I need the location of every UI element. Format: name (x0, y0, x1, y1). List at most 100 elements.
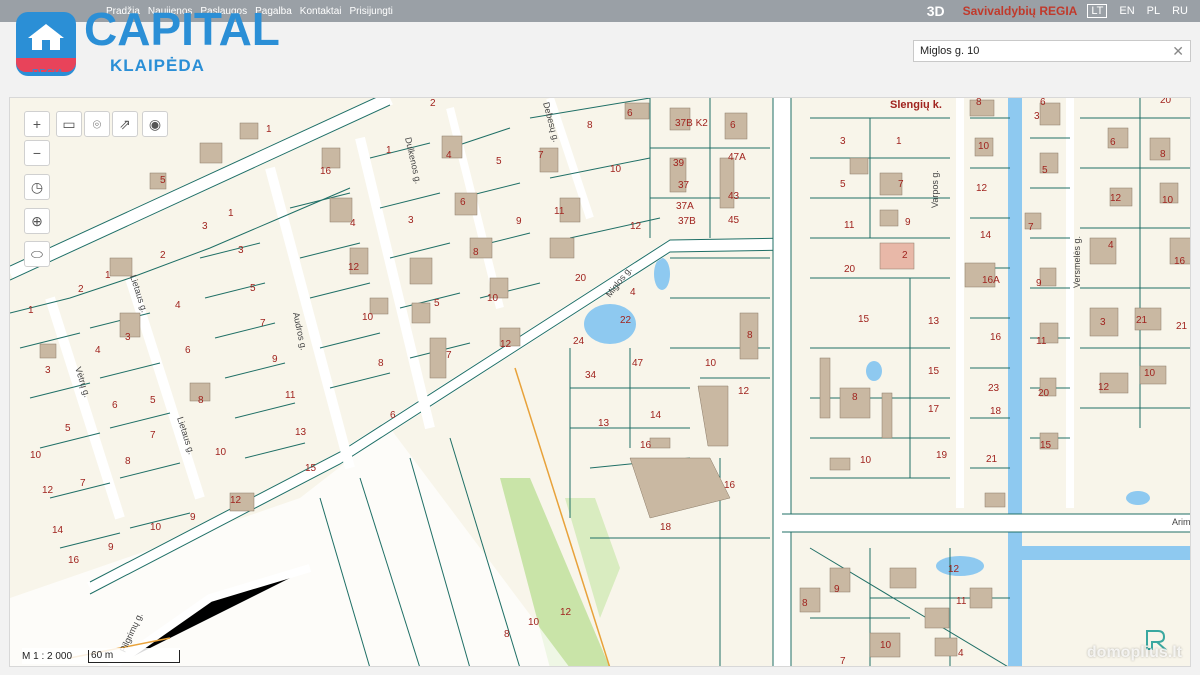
village-label-slengiu: Slengių k. (890, 99, 942, 111)
svg-text:10: 10 (362, 312, 374, 323)
capital-logo[interactable]: REGIA CAPITAL KLAIPĖDA (14, 2, 284, 80)
3d-button[interactable]: 3D (927, 3, 945, 19)
svg-text:10: 10 (705, 358, 717, 369)
scale-bar: M 1 : 2 000 60 m (22, 648, 181, 664)
svg-text:12: 12 (1110, 193, 1122, 204)
svg-text:5: 5 (250, 283, 256, 294)
svg-text:7: 7 (150, 430, 156, 441)
svg-text:11: 11 (285, 390, 296, 401)
close-icon[interactable]: ✕ (1172, 43, 1184, 60)
svg-text:39: 39 (673, 158, 685, 169)
svg-text:7: 7 (1028, 222, 1034, 233)
svg-text:11: 11 (844, 220, 855, 231)
locate-button[interactable]: ⊕ (24, 208, 50, 234)
svg-text:6: 6 (390, 410, 396, 421)
svg-text:5: 5 (1042, 165, 1048, 176)
zoom-out-button[interactable]: − (24, 140, 50, 166)
lang-ru[interactable]: RU (1172, 5, 1188, 17)
share-button[interactable]: ⇗ (112, 111, 138, 137)
svg-text:12: 12 (560, 607, 572, 618)
zoom-in-button[interactable]: + (24, 111, 50, 137)
svg-text:3: 3 (202, 221, 208, 232)
svg-text:12: 12 (42, 485, 54, 496)
svg-text:3: 3 (840, 136, 846, 147)
svg-text:5: 5 (150, 395, 156, 406)
lang-en[interactable]: EN (1119, 5, 1134, 17)
compass-button[interactable]: ◷ (24, 174, 50, 200)
svg-text:16: 16 (990, 332, 1002, 343)
svg-text:6: 6 (185, 345, 191, 356)
svg-text:15: 15 (928, 366, 940, 377)
svg-text:16A: 16A (982, 275, 1000, 286)
svg-text:10: 10 (150, 522, 162, 533)
svg-text:1: 1 (386, 145, 392, 156)
svg-text:12: 12 (738, 386, 750, 397)
svg-text:16: 16 (724, 480, 736, 491)
svg-text:10: 10 (860, 455, 872, 466)
svg-text:6: 6 (627, 108, 633, 119)
lasso-icon: ⬭ (31, 245, 43, 262)
lasso-button[interactable]: ⬭ (24, 241, 50, 267)
scale-length: 60 m (91, 649, 114, 661)
svg-text:37B: 37B (678, 216, 696, 227)
svg-text:5: 5 (160, 175, 166, 186)
scale-line: 60 m (88, 649, 181, 663)
svg-text:3: 3 (45, 365, 51, 376)
svg-text:6: 6 (1110, 137, 1116, 148)
svg-text:15: 15 (858, 314, 870, 325)
svg-text:21: 21 (1136, 315, 1148, 326)
regia-title[interactable]: Savivaldybių REGIA (963, 4, 1078, 18)
map-view[interactable]: 3 1 5 1 2 1 2 1 3 5 7 9 11 13 15 4 6 8 1… (9, 97, 1191, 667)
measure-button[interactable]: ▭ (56, 111, 82, 137)
svg-text:1: 1 (28, 305, 34, 316)
svg-text:7: 7 (898, 179, 904, 190)
street-label-varpos: Varpos g. (930, 170, 940, 208)
address-search[interactable]: ✕ (913, 40, 1191, 62)
svg-text:8: 8 (198, 395, 204, 406)
watermark: domoplius.lt (1086, 644, 1182, 661)
svg-text:15: 15 (1040, 440, 1052, 451)
svg-text:1: 1 (896, 136, 902, 147)
svg-text:43: 43 (728, 191, 740, 202)
svg-text:4: 4 (958, 648, 964, 659)
svg-text:1: 1 (105, 270, 111, 281)
svg-text:12: 12 (230, 495, 242, 506)
svg-text:11: 11 (1036, 336, 1047, 347)
house-icon (28, 24, 64, 50)
lang-lt[interactable]: LT (1087, 4, 1108, 18)
target-button[interactable]: ◉ (142, 111, 168, 137)
svg-text:2: 2 (902, 250, 908, 261)
nav-item-contacts[interactable]: Kontaktai (300, 6, 342, 17)
lang-pl[interactable]: PL (1147, 5, 1160, 17)
top-right-controls: 3D Savivaldybių REGIA LT EN PL RU (927, 0, 1200, 22)
svg-text:21: 21 (986, 454, 998, 465)
svg-text:6: 6 (1040, 98, 1046, 108)
svg-text:12: 12 (500, 339, 512, 350)
svg-text:2: 2 (78, 284, 84, 295)
svg-text:1: 1 (228, 208, 234, 219)
svg-text:8: 8 (587, 120, 593, 131)
svg-text:12: 12 (948, 564, 960, 575)
marker-button[interactable]: ⌾ (84, 111, 110, 137)
svg-text:11: 11 (956, 596, 967, 607)
svg-text:13: 13 (295, 427, 307, 438)
svg-text:16: 16 (1174, 256, 1186, 267)
svg-text:7: 7 (840, 656, 846, 667)
svg-text:19: 19 (936, 450, 948, 461)
svg-text:14: 14 (52, 525, 64, 536)
svg-text:13: 13 (598, 418, 610, 429)
search-input[interactable] (918, 44, 1172, 58)
svg-text:11: 11 (554, 206, 565, 217)
svg-text:3: 3 (408, 215, 414, 226)
cadastral-map[interactable]: 3 1 5 1 2 1 2 1 3 5 7 9 11 13 15 4 6 8 1… (10, 98, 1191, 667)
logo-city-text: KLAIPĖDA (110, 56, 205, 75)
svg-text:8: 8 (1160, 149, 1166, 160)
svg-text:12: 12 (1098, 382, 1110, 393)
svg-text:9: 9 (834, 584, 840, 595)
svg-text:5: 5 (434, 298, 440, 309)
svg-text:8: 8 (747, 330, 753, 341)
svg-text:16: 16 (68, 555, 80, 566)
nav-item-login[interactable]: Prisijungti (350, 6, 393, 17)
svg-text:20: 20 (1038, 388, 1050, 399)
target-icon: ◉ (148, 115, 162, 132)
